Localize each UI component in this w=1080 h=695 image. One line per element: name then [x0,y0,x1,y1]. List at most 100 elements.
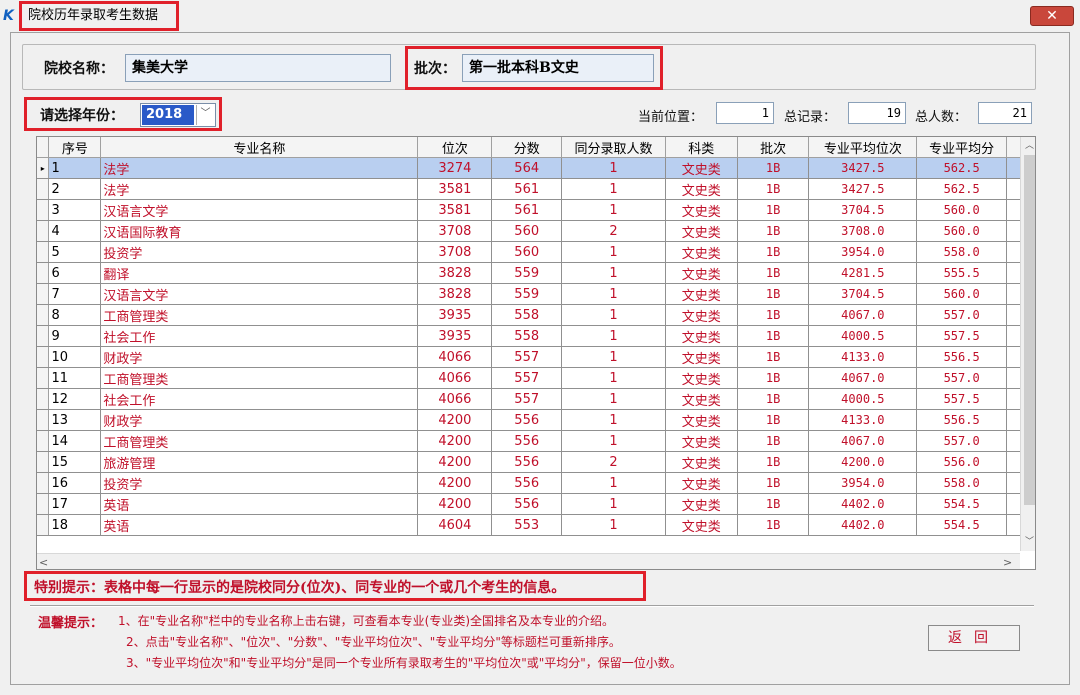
column-header-score[interactable]: 分数 [491,137,563,158]
table-row[interactable]: 5 投资学 3708 560 1 文史类 1B 3954.0 558.0 [37,241,1035,263]
table-row[interactable]: 14 工商管理类 4200 556 1 文史类 1B 4067.0 557.0 [37,430,1035,452]
row-indicator [37,178,50,200]
cell-major[interactable]: 社会工作 [100,388,419,410]
cell-major[interactable]: 工商管理类 [100,304,419,326]
table-row[interactable]: 9 社会工作 3935 558 1 文史类 1B 4000.5 557.5 [37,325,1035,347]
column-header-batch[interactable]: 批次 [737,137,810,158]
horizontal-scrollbar[interactable]: < > [37,553,1020,569]
scroll-down-icon[interactable]: ﹀ [1021,533,1035,551]
table-row[interactable]: 4 汉语国际教育 3708 560 2 文史类 1B 3708.0 560.0 [37,220,1035,242]
cell-avg-rank: 3954.0 [808,241,918,263]
cell-rank: 3935 [417,304,493,326]
return-button[interactable]: 返回 [928,625,1020,651]
cell-major[interactable]: 工商管理类 [100,367,419,389]
cell-batch: 1B [737,409,810,431]
cell-major[interactable]: 财政学 [100,346,419,368]
column-header-rank[interactable]: 位次 [417,137,493,158]
vertical-scrollbar[interactable]: ︿ ﹀ [1020,137,1035,551]
chevron-down-icon[interactable]: ﹀ [196,105,214,125]
cell-major[interactable]: 投资学 [100,241,419,263]
year-select-value[interactable]: 2018 [142,105,194,125]
current-position-label: 当前位置： [638,110,704,125]
cell-rank: 3274 [417,157,493,179]
cell-major[interactable]: 财政学 [100,409,419,431]
table-row[interactable]: ▸ 1 法学 3274 564 1 文史类 1B 3427.5 562.5 [37,157,1035,179]
cell-major[interactable]: 投资学 [100,472,419,494]
table-row[interactable]: 10 财政学 4066 557 1 文史类 1B 4133.0 556.5 [37,346,1035,368]
column-header-avg-score[interactable]: 专业平均分 [916,137,1008,158]
cell-major[interactable]: 社会工作 [100,325,419,347]
cell-subject: 文史类 [665,388,738,410]
cell-seq: 11 [48,367,102,389]
table-row[interactable]: 17 英语 4200 556 1 文史类 1B 4402.0 554.5 [37,493,1035,515]
cell-avg-rank: 4067.0 [808,304,918,326]
cell-subject: 文史类 [665,325,738,347]
cell-major[interactable]: 旅游管理 [100,451,419,473]
table-row[interactable]: 15 旅游管理 4200 556 2 文史类 1B 4200.0 556.0 [37,451,1035,473]
vertical-scroll-thumb[interactable] [1024,155,1035,505]
table-row[interactable]: 13 财政学 4200 556 1 文史类 1B 4133.0 556.5 [37,409,1035,431]
column-header-subject[interactable]: 科类 [665,137,738,158]
cell-same-score-count: 1 [561,388,666,410]
cell-score: 558 [491,304,563,326]
table-row[interactable]: 16 投资学 4200 556 1 文史类 1B 3954.0 558.0 [37,472,1035,494]
cell-avg-rank: 3708.0 [808,220,918,242]
cell-major[interactable]: 汉语言文学 [100,283,419,305]
cell-seq: 13 [48,409,102,431]
scroll-left-icon[interactable]: < [39,554,53,569]
cell-avg-score: 554.5 [916,493,1008,515]
cell-avg-score: 560.0 [916,283,1008,305]
table-row[interactable]: 12 社会工作 4066 557 1 文史类 1B 4000.5 557.5 [37,388,1035,410]
cell-batch: 1B [737,451,810,473]
cell-score: 559 [491,283,563,305]
column-header-major[interactable]: 专业名称 [100,137,419,158]
cell-avg-rank: 4133.0 [808,346,918,368]
cell-batch: 1B [737,241,810,263]
cell-subject: 文史类 [665,430,738,452]
table-row[interactable]: 2 法学 3581 561 1 文史类 1B 3427.5 562.5 [37,178,1035,200]
cell-same-score-count: 1 [561,262,666,284]
close-button[interactable]: ✕ [1030,6,1074,26]
table-row[interactable]: 7 汉语言文学 3828 559 1 文史类 1B 3704.5 560.0 [37,283,1035,305]
cell-major[interactable]: 汉语国际教育 [100,220,419,242]
cell-same-score-count: 1 [561,157,666,179]
table-row[interactable]: 8 工商管理类 3935 558 1 文史类 1B 4067.0 557.0 [37,304,1035,326]
divider [30,605,1034,607]
cell-subject: 文史类 [665,409,738,431]
cell-same-score-count: 2 [561,451,666,473]
cell-major[interactable]: 英语 [100,493,419,515]
table-row[interactable]: 18 英语 4604 553 1 文史类 1B 4402.0 554.5 [37,514,1035,536]
cell-batch: 1B [737,157,810,179]
cell-rank: 4200 [417,451,493,473]
cell-major[interactable]: 工商管理类 [100,430,419,452]
cell-score: 560 [491,220,563,242]
cell-avg-score: 558.0 [916,472,1008,494]
scroll-up-icon[interactable]: ︿ [1021,137,1035,155]
cell-major[interactable]: 法学 [100,157,419,179]
column-header-seq[interactable]: 序号 [48,137,102,158]
batch-field[interactable]: 第一批本科B文史 [462,54,654,82]
total-people-label: 总人数： [915,110,968,125]
cell-rank: 4066 [417,388,493,410]
cell-avg-rank: 4000.5 [808,388,918,410]
cell-rank: 3708 [417,220,493,242]
school-name-field[interactable]: 集美大学 [125,54,391,82]
cell-major[interactable]: 翻译 [100,262,419,284]
cell-subject: 文史类 [665,220,738,242]
table-row[interactable]: 3 汉语言文学 3581 561 1 文史类 1B 3704.5 560.0 [37,199,1035,221]
column-header-same-score-count[interactable]: 同分录取人数 [561,137,666,158]
cell-major[interactable]: 英语 [100,514,419,536]
scroll-right-icon[interactable]: > [1003,554,1017,569]
tip-1: 1、在"专业名称"栏中的专业名称上击右键，可查看本专业(专业类)全国排名及本专业… [118,614,615,628]
cell-seq: 5 [48,241,102,263]
cell-major[interactable]: 法学 [100,178,419,200]
table-row[interactable]: 11 工商管理类 4066 557 1 文史类 1B 4067.0 557.0 [37,367,1035,389]
cell-same-score-count: 1 [561,346,666,368]
cell-avg-score: 555.5 [916,262,1008,284]
cell-major[interactable]: 汉语言文学 [100,199,419,221]
table-row[interactable]: 6 翻译 3828 559 1 文史类 1B 4281.5 555.5 [37,262,1035,284]
cell-rank: 4066 [417,367,493,389]
column-header-avg-rank[interactable]: 专业平均位次 [808,137,918,158]
cell-rank: 4604 [417,514,493,536]
tips-label: 温馨提示： [38,616,104,631]
